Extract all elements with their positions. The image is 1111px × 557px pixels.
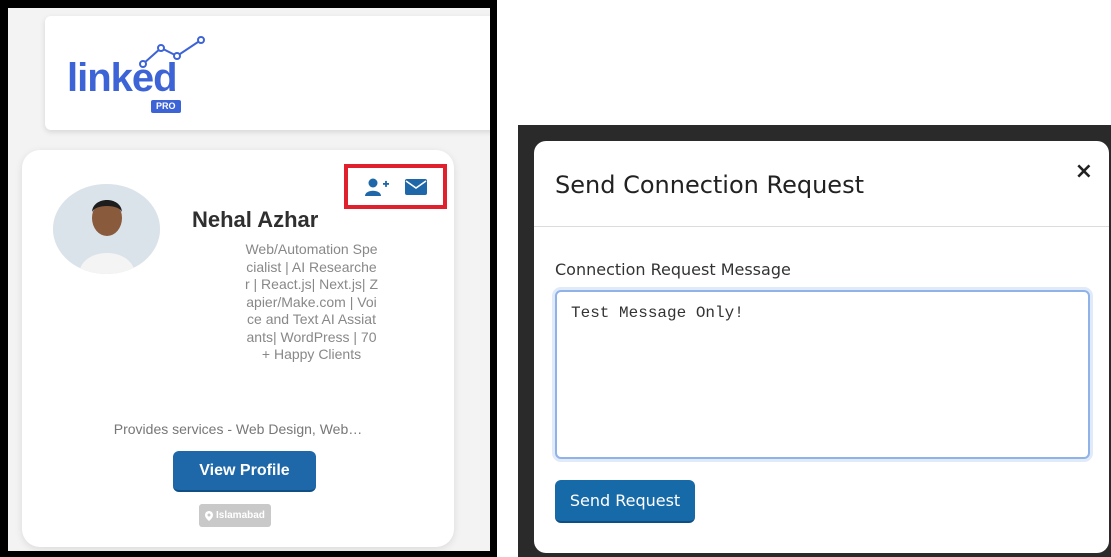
modal-title: Send Connection Request: [555, 171, 864, 199]
connection-message-input[interactable]: [555, 290, 1090, 459]
logo-header: linked PRO: [45, 16, 490, 130]
map-pin-icon: [205, 510, 213, 521]
close-icon[interactable]: ×: [1075, 159, 1093, 184]
send-request-button[interactable]: Send Request: [555, 480, 695, 523]
logo-pro-badge: PRO: [151, 100, 181, 113]
envelope-icon[interactable]: [404, 178, 427, 195]
user-plus-icon[interactable]: [364, 178, 389, 196]
profile-card: Nehal Azhar Web/Automation Specialist | …: [22, 150, 454, 547]
location-badge: Islamabad: [199, 504, 271, 527]
left-screenshot-frame: linked PRO Nehal Azhar Web/Automation Sp…: [0, 0, 497, 557]
avatar: [53, 184, 160, 274]
modal-header: Send Connection Request ×: [534, 141, 1109, 227]
profile-actions: [344, 164, 447, 209]
profile-headline: Web/Automation Specialist | AI Researche…: [244, 241, 379, 362]
connection-request-modal: Send Connection Request × Connection Req…: [534, 141, 1109, 553]
location-text: Islamabad: [216, 510, 265, 521]
message-field-label: Connection Request Message: [555, 260, 791, 279]
profile-page: linked PRO Nehal Azhar Web/Automation Sp…: [8, 8, 490, 551]
view-profile-button[interactable]: View Profile: [173, 451, 316, 492]
profile-name: Nehal Azhar: [192, 207, 319, 232]
right-screenshot-frame: Send Connection Request × Connection Req…: [518, 125, 1111, 557]
logo-wordmark: linked: [67, 56, 178, 100]
profile-services: Provides services - Web Design, Web…: [113, 421, 363, 437]
